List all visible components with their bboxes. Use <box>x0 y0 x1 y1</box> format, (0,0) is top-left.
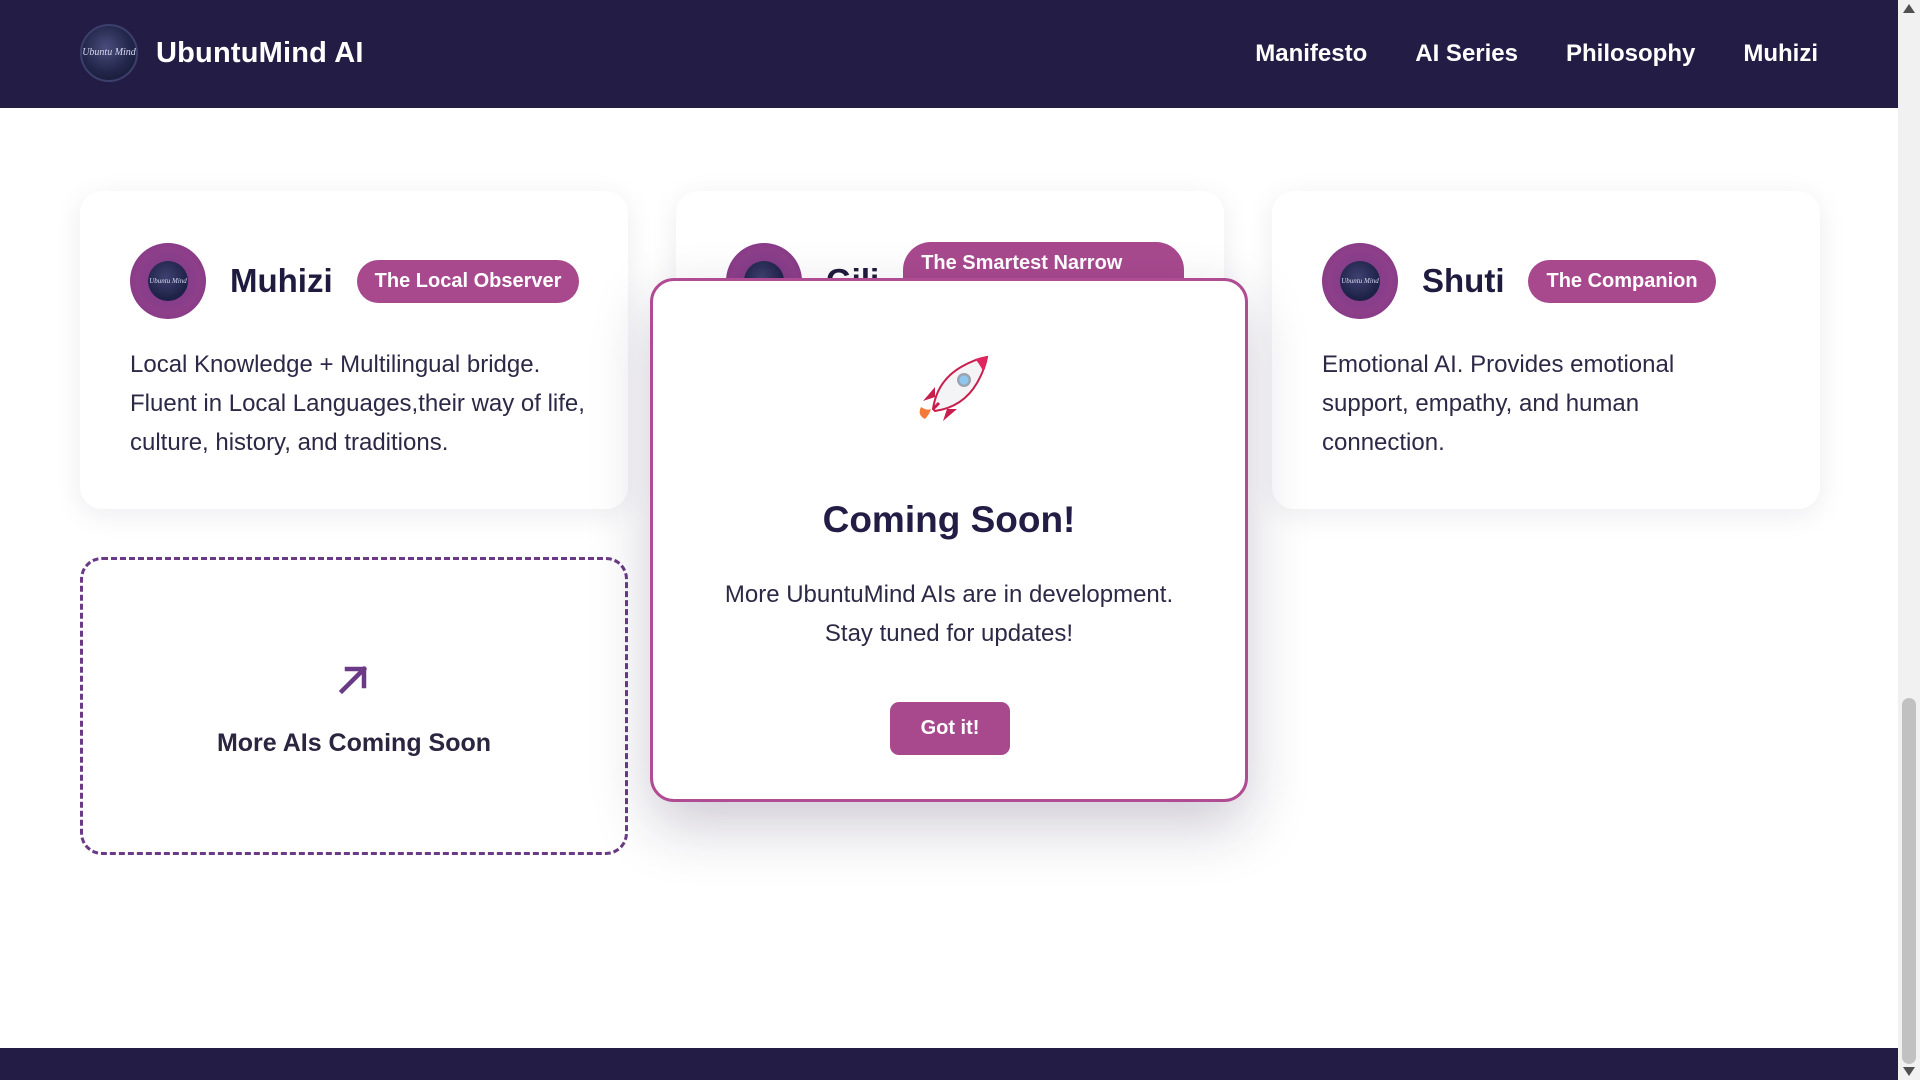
ai-description: Emotional AI. Provides emotional support… <box>1322 351 1675 456</box>
logo-icon: Ubuntu Mind <box>80 24 138 82</box>
page-scrollbar[interactable] <box>1898 0 1920 1080</box>
role-badge: The Companion <box>1528 259 1716 303</box>
more-ais-label: More AIs Coming Soon <box>216 728 492 757</box>
nav-link-philosophy[interactable]: Philosophy <box>1566 40 1695 68</box>
scroll-down-arrow-icon[interactable] <box>1903 1067 1915 1076</box>
nav-link-manifesto[interactable]: Manifesto <box>1255 40 1367 68</box>
got-it-button[interactable]: Got it! <box>890 702 1010 755</box>
more-ais-card[interactable]: More AIs Coming Soon <box>80 557 628 855</box>
nav-link-muhizi[interactable]: Muhizi <box>1743 40 1818 68</box>
brand-name: UbuntuMind AI <box>156 36 364 69</box>
role-badge: The Local Observer <box>356 259 580 303</box>
modal-message-line-2: Stay tuned for updates! <box>824 620 1074 647</box>
avatar: Ubuntu Mind <box>1322 243 1398 319</box>
avatar-logo: Ubuntu Mind <box>1340 261 1380 301</box>
avatar: Ubuntu Mind <box>130 243 206 319</box>
nav-link-ai-series[interactable]: AI Series <box>1415 40 1518 68</box>
logo-text: Ubuntu Mind <box>82 47 136 58</box>
avatar-logo: Ubuntu Mind <box>148 261 188 301</box>
footer <box>0 1048 1898 1080</box>
modal-title: Coming Soon! <box>822 499 1076 540</box>
modal-message-line-1: More UbuntuMind AIs are in development. <box>724 581 1174 608</box>
ai-card-muhizi: Ubuntu Mind Muhizi The Local Observer Lo… <box>80 191 628 509</box>
arrow-up-right-icon <box>338 665 368 694</box>
top-navbar: Ubuntu Mind UbuntuMind AI Manifesto AI S… <box>0 0 1898 108</box>
modal-message: More UbuntuMind AIs are in development. … <box>653 575 1245 653</box>
ai-name: Muhizi <box>230 262 333 299</box>
rocket-icon <box>919 355 989 421</box>
ai-description: Local Knowledge + Multilingual bridge. F… <box>130 351 585 456</box>
coming-soon-modal: Coming Soon! More UbuntuMind AIs are in … <box>650 278 1248 802</box>
card-header: Ubuntu Mind Muhizi The Local Observer <box>130 243 580 319</box>
ai-card-shuti: Ubuntu Mind Shuti The Companion Emotiona… <box>1272 191 1820 509</box>
scroll-up-arrow-icon[interactable] <box>1903 4 1915 13</box>
card-header: Ubuntu Mind Shuti The Companion <box>1322 243 1716 319</box>
nav-links: Manifesto AI Series Philosophy Muhizi <box>1255 0 1818 108</box>
scrollbar-thumb[interactable] <box>1902 698 1916 1064</box>
ai-name: Shuti <box>1422 262 1505 299</box>
brand[interactable]: Ubuntu Mind UbuntuMind AI <box>80 24 364 82</box>
